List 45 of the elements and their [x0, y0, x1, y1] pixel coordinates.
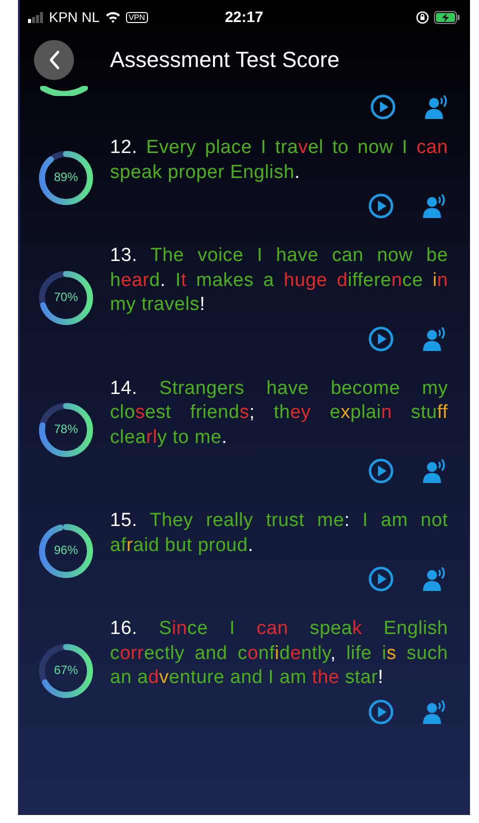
score-percent: 89%	[52, 170, 80, 184]
play-icon	[368, 326, 394, 352]
play-button[interactable]	[368, 326, 394, 352]
score-percent: 96%	[52, 542, 80, 556]
speak-button[interactable]	[422, 458, 448, 484]
speaking-person-icon	[422, 326, 448, 352]
play-button[interactable]	[368, 698, 394, 724]
speak-button[interactable]	[422, 698, 448, 724]
rotation-lock-icon	[416, 10, 429, 24]
page-title: Assessment Test Score	[110, 47, 340, 73]
sentence-text: 13. The voice I have can now be heard. It makes a huge difference in my travels!	[110, 244, 448, 317]
score-percent: 67%	[52, 662, 80, 677]
carrier-name: KPN NL	[49, 9, 100, 25]
sentence-text: 14. Strangers have become my closest friends; they explain stuff clearly to me.	[110, 376, 448, 450]
clock-time: 22:17	[224, 8, 264, 26]
play-button[interactable]	[368, 566, 394, 592]
vpn-badge: VPN	[126, 12, 148, 22]
play-button[interactable]	[368, 193, 394, 219]
speak-button[interactable]	[424, 94, 450, 120]
score-percent: 78%	[52, 422, 80, 436]
speak-button[interactable]	[422, 193, 448, 219]
speaking-person-icon	[424, 94, 450, 120]
play-icon	[368, 458, 394, 484]
play-icon	[368, 698, 394, 724]
play-icon	[368, 193, 394, 219]
sentence-text: 15. They really trust me: I am not afraid but proud.	[110, 509, 448, 558]
play-button[interactable]	[370, 94, 396, 120]
play-button[interactable]	[368, 458, 394, 484]
speaking-person-icon	[422, 193, 448, 219]
wifi-icon	[104, 11, 121, 23]
speaking-person-icon	[422, 698, 448, 724]
score-percent: 70%	[52, 290, 80, 304]
speak-button[interactable]	[422, 326, 448, 352]
chevron-left-icon	[48, 50, 60, 70]
back-button[interactable]	[34, 40, 74, 80]
speaking-person-icon	[422, 458, 448, 484]
play-icon	[370, 94, 396, 120]
sentence-text: 16. Since I can speak English correctly and confidently, life is such an adventure and I am the star!	[110, 617, 448, 690]
signal-icon	[28, 12, 44, 22]
speak-button[interactable]	[422, 566, 448, 592]
score-ring-arc	[40, 86, 88, 96]
speaking-person-icon	[422, 566, 448, 592]
play-icon	[368, 566, 394, 592]
sentence-text: 12. Every place I travel to now I can speak proper English.	[110, 136, 448, 184]
battery-icon	[434, 10, 460, 24]
